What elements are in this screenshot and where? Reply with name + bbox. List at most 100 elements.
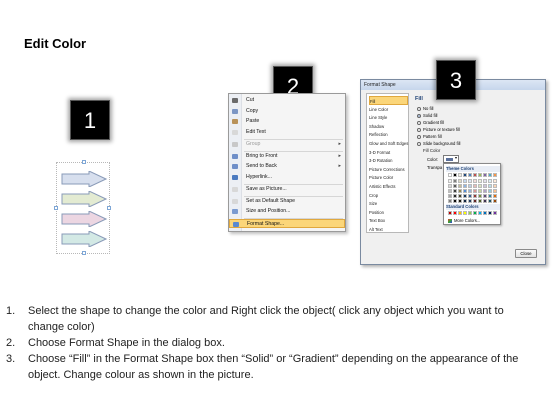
radio-button[interactable] bbox=[417, 120, 421, 125]
color-swatch[interactable] bbox=[488, 211, 492, 215]
arrow-shape[interactable] bbox=[61, 191, 107, 207]
color-swatch[interactable] bbox=[478, 179, 482, 183]
color-swatch[interactable] bbox=[493, 184, 497, 188]
nav-item-alt-text[interactable]: Alt Text bbox=[369, 225, 408, 234]
radio-button[interactable] bbox=[417, 141, 421, 146]
color-swatch[interactable] bbox=[473, 189, 477, 193]
color-swatch[interactable] bbox=[493, 211, 497, 215]
fill-option[interactable]: No fill bbox=[417, 105, 433, 112]
color-swatch[interactable] bbox=[448, 179, 452, 183]
color-swatch[interactable] bbox=[453, 173, 457, 177]
color-swatch[interactable] bbox=[468, 189, 472, 193]
menu-item-save-as-picture[interactable]: Save as Picture... bbox=[229, 185, 345, 194]
radio-button[interactable] bbox=[417, 127, 421, 132]
color-swatch[interactable] bbox=[483, 179, 487, 183]
color-swatch[interactable] bbox=[453, 194, 457, 198]
color-swatch[interactable] bbox=[448, 199, 452, 203]
color-swatch[interactable] bbox=[483, 184, 487, 188]
arrow-shape[interactable] bbox=[61, 211, 107, 227]
radio-button[interactable] bbox=[417, 134, 421, 139]
color-swatch[interactable] bbox=[463, 184, 467, 188]
fill-option[interactable]: Picture or texture fill bbox=[417, 126, 460, 133]
color-swatch[interactable] bbox=[463, 179, 467, 183]
color-swatch[interactable] bbox=[448, 211, 452, 215]
more-colors-link[interactable]: More Colors... bbox=[448, 218, 480, 223]
fill-option[interactable]: Gradient fill bbox=[417, 119, 444, 126]
menu-item-hyperlink[interactable]: Hyperlink... bbox=[229, 173, 345, 182]
color-swatch[interactable] bbox=[468, 179, 472, 183]
color-swatch[interactable] bbox=[473, 184, 477, 188]
color-swatch[interactable] bbox=[468, 194, 472, 198]
color-swatch[interactable] bbox=[468, 184, 472, 188]
menu-item-group[interactable]: Group ▸ bbox=[229, 140, 345, 149]
color-swatch[interactable] bbox=[453, 199, 457, 203]
color-swatch[interactable] bbox=[453, 184, 457, 188]
menu-item-paste[interactable]: Paste bbox=[229, 117, 345, 126]
color-swatch[interactable] bbox=[463, 211, 467, 215]
menu-item-bring-to-front[interactable]: Bring to Front ▸ bbox=[229, 152, 345, 161]
menu-item-copy[interactable]: Copy bbox=[229, 107, 345, 116]
color-swatch[interactable] bbox=[483, 211, 487, 215]
color-swatch[interactable] bbox=[493, 173, 497, 177]
color-swatch[interactable] bbox=[483, 189, 487, 193]
fill-option[interactable]: Pattern fill bbox=[417, 133, 442, 140]
color-swatch[interactable] bbox=[478, 194, 482, 198]
color-swatch[interactable] bbox=[453, 179, 457, 183]
resize-handle[interactable] bbox=[107, 206, 111, 210]
color-swatch[interactable] bbox=[458, 189, 462, 193]
color-swatch[interactable] bbox=[473, 194, 477, 198]
selected-shape-group[interactable] bbox=[54, 160, 111, 255]
color-swatch[interactable] bbox=[458, 194, 462, 198]
color-swatch[interactable] bbox=[483, 173, 487, 177]
menu-item-send-to-back[interactable]: Send to Back ▸ bbox=[229, 162, 345, 171]
color-swatch[interactable] bbox=[493, 199, 497, 203]
color-swatch[interactable] bbox=[458, 199, 462, 203]
color-swatch[interactable] bbox=[458, 184, 462, 188]
color-swatch[interactable] bbox=[488, 184, 492, 188]
color-swatch[interactable] bbox=[463, 173, 467, 177]
menu-item-set-as-default-shape[interactable]: Set as Default Shape bbox=[229, 197, 345, 206]
resize-handle[interactable] bbox=[54, 206, 58, 210]
color-swatch[interactable] bbox=[448, 194, 452, 198]
color-swatch[interactable] bbox=[493, 189, 497, 193]
resize-handle[interactable] bbox=[82, 251, 86, 255]
color-swatch[interactable] bbox=[453, 211, 457, 215]
color-swatch[interactable] bbox=[448, 173, 452, 177]
menu-item-edit-text[interactable]: Edit Text bbox=[229, 128, 345, 137]
color-swatch[interactable] bbox=[473, 179, 477, 183]
color-swatch[interactable] bbox=[493, 179, 497, 183]
fill-option[interactable]: Solid fill bbox=[417, 112, 437, 119]
color-swatch[interactable] bbox=[478, 189, 482, 193]
color-swatch[interactable] bbox=[478, 173, 482, 177]
color-swatch[interactable] bbox=[478, 211, 482, 215]
color-swatch[interactable] bbox=[453, 189, 457, 193]
menu-item-cut[interactable]: Cut bbox=[229, 96, 345, 105]
color-swatch[interactable] bbox=[488, 189, 492, 193]
color-swatch[interactable] bbox=[473, 199, 477, 203]
color-swatch[interactable] bbox=[463, 199, 467, 203]
color-swatch[interactable] bbox=[468, 211, 472, 215]
fill-option[interactable]: Slide background fill bbox=[417, 140, 460, 147]
color-swatch[interactable] bbox=[448, 189, 452, 193]
close-button[interactable]: Close bbox=[515, 249, 537, 258]
resize-handle[interactable] bbox=[82, 160, 86, 164]
color-swatch[interactable] bbox=[463, 194, 467, 198]
menu-item-format-shape[interactable]: Format Shape... bbox=[229, 219, 345, 228]
color-swatch[interactable] bbox=[478, 184, 482, 188]
color-swatch[interactable] bbox=[463, 189, 467, 193]
color-swatch[interactable] bbox=[483, 194, 487, 198]
color-swatch[interactable] bbox=[458, 179, 462, 183]
color-swatch[interactable] bbox=[478, 199, 482, 203]
color-swatch[interactable] bbox=[473, 173, 477, 177]
color-swatch[interactable] bbox=[493, 194, 497, 198]
color-swatch[interactable] bbox=[448, 184, 452, 188]
radio-button[interactable] bbox=[417, 106, 421, 111]
menu-item-size-and-position[interactable]: Size and Position... bbox=[229, 207, 345, 216]
color-picker-button[interactable]: ▾ bbox=[443, 155, 459, 163]
color-swatch[interactable] bbox=[468, 199, 472, 203]
arrow-shape[interactable] bbox=[61, 231, 107, 247]
radio-button[interactable] bbox=[417, 113, 421, 118]
color-swatch[interactable] bbox=[488, 173, 492, 177]
color-swatch[interactable] bbox=[458, 211, 462, 215]
color-swatch[interactable] bbox=[488, 179, 492, 183]
